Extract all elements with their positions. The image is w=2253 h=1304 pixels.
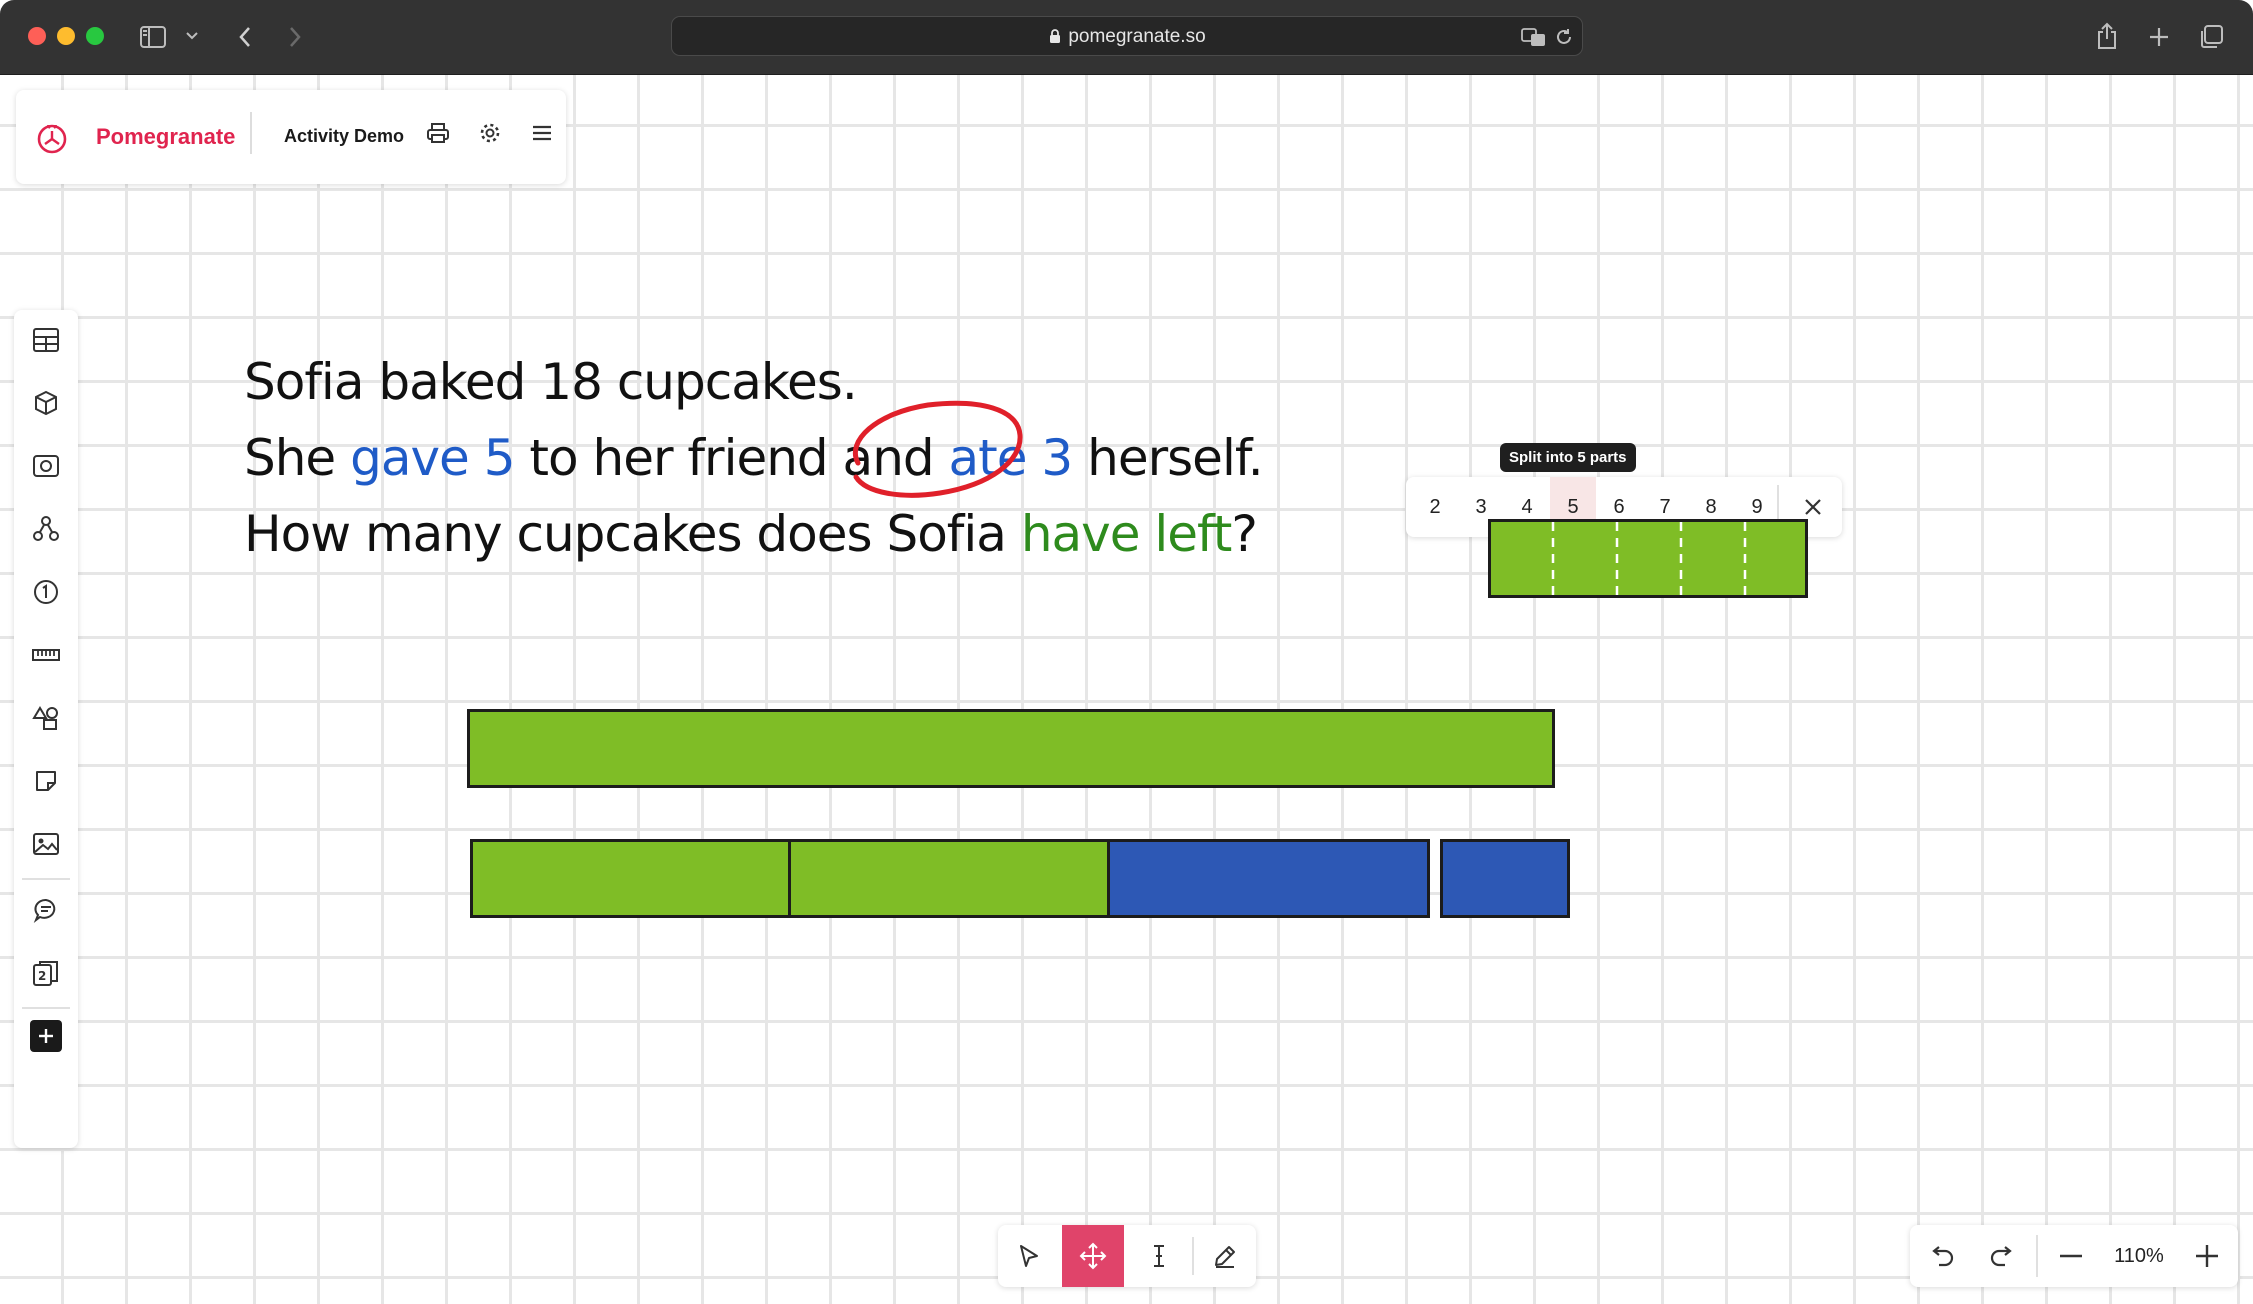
split-option-2[interactable]: 2	[1412, 477, 1458, 537]
split-dividers	[1551, 522, 1747, 595]
text-segment: herself.	[1072, 429, 1264, 487]
workspace-canvas[interactable]: Pomegranate Activity Demo 2 Sofia baked …	[0, 75, 2253, 1304]
image-icon[interactable]	[28, 826, 64, 862]
tool-palette	[998, 1225, 1256, 1287]
pomegranate-logo-icon	[36, 122, 68, 159]
zoom-controls: 110%	[1910, 1225, 2238, 1287]
layout-icon[interactable]	[28, 322, 64, 358]
text-segment: She	[244, 429, 351, 487]
header-divider	[250, 112, 252, 154]
menu-icon[interactable]	[528, 119, 556, 147]
redo-icon[interactable]	[1972, 1225, 2034, 1287]
bar-segment-4[interactable]	[1440, 839, 1570, 918]
maximize-window-button[interactable]	[86, 27, 104, 45]
highlight-have-left: have left	[1020, 505, 1233, 563]
pointer-icon[interactable]	[998, 1225, 1060, 1287]
undo-icon[interactable]	[1910, 1225, 1972, 1287]
text-segment: How many cupcakes does Sofia	[244, 505, 1021, 563]
brand-name: Pomegranate	[96, 124, 236, 149]
close-window-button[interactable]	[28, 27, 46, 45]
lock-icon	[1050, 29, 1061, 43]
bar-segment-3[interactable]	[1107, 839, 1430, 918]
cards-icon[interactable]: 2	[28, 955, 64, 991]
reload-icon[interactable]	[1552, 25, 1576, 49]
activity-title[interactable]: Activity Demo	[284, 126, 404, 147]
svg-text:2: 2	[38, 969, 46, 983]
browser-toolbar: pomegranate.so	[0, 0, 2253, 75]
comment-icon[interactable]	[28, 892, 64, 928]
minimize-window-button[interactable]	[57, 27, 75, 45]
app-header: Pomegranate Activity Demo	[16, 90, 566, 184]
graph-icon[interactable]	[28, 511, 64, 547]
back-arrow-icon[interactable]	[230, 22, 260, 52]
problem-line-1[interactable]: Sofia baked 18 cupcakes.	[244, 353, 858, 411]
settings-gear-icon[interactable]	[476, 119, 504, 147]
browser-window: pomegranate.so Pomegranate Activity Demo…	[0, 0, 2253, 1304]
bar-segment-1[interactable]	[470, 839, 791, 918]
add-icon[interactable]	[30, 1020, 62, 1052]
controls-divider	[2036, 1235, 2038, 1277]
ruler-icon[interactable]	[28, 637, 64, 673]
left-sidebar: 2	[14, 310, 78, 1148]
url-text: pomegranate.so	[672, 26, 1582, 48]
bar-segment-2[interactable]	[788, 839, 1110, 918]
number-one-icon[interactable]	[28, 574, 64, 610]
new-tab-icon[interactable]	[2144, 22, 2174, 52]
text-cursor-icon[interactable]	[1128, 1225, 1190, 1287]
highlight-gave: gave 5	[350, 429, 515, 487]
selected-split-bar[interactable]	[1488, 519, 1808, 598]
tab-overview-icon[interactable]	[2196, 22, 2226, 52]
sidebar-toggle-icon[interactable]	[138, 22, 168, 52]
red-circle-annotation[interactable]	[840, 397, 1030, 507]
url-label: pomegranate.so	[1068, 26, 1206, 47]
text-segment: ?	[1231, 505, 1258, 563]
address-bar[interactable]: pomegranate.so	[671, 16, 1583, 56]
total-bar[interactable]	[467, 709, 1555, 788]
share-icon[interactable]	[2092, 20, 2122, 52]
translate-icon[interactable]	[1520, 25, 1548, 49]
zoom-level[interactable]: 110%	[2102, 1225, 2176, 1287]
zoom-in-icon[interactable]	[2176, 1225, 2238, 1287]
sticky-note-icon[interactable]	[28, 763, 64, 799]
sidebar-divider	[22, 878, 70, 880]
problem-line-2[interactable]: She gave 5 to her friend and ate 3 herse…	[244, 429, 1264, 487]
move-icon[interactable]	[1062, 1225, 1124, 1287]
camera-icon[interactable]	[28, 448, 64, 484]
chevron-down-icon[interactable]	[182, 26, 202, 46]
cube-icon[interactable]	[28, 385, 64, 421]
pencil-icon[interactable]	[1194, 1225, 1256, 1287]
shapes-icon[interactable]	[28, 700, 64, 736]
sidebar-divider-2	[22, 1007, 70, 1009]
problem-line-3[interactable]: How many cupcakes does Sofia have left?	[244, 505, 1258, 563]
zoom-out-icon[interactable]	[2040, 1225, 2102, 1287]
print-icon[interactable]	[424, 119, 452, 147]
forward-arrow-icon[interactable]	[280, 22, 310, 52]
split-tooltip: Split into 5 parts	[1500, 443, 1636, 472]
